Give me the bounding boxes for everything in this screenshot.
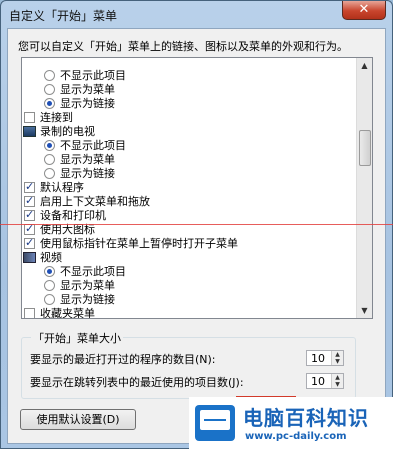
checkbox-option[interactable]: 连接到: [22, 111, 357, 125]
radio-button[interactable]: [44, 154, 55, 165]
option-label: 启用上下文菜单和拖放: [40, 195, 150, 208]
option-label: 显示为菜单: [60, 153, 115, 166]
checkbox-option[interactable]: 使用大图标: [22, 222, 357, 237]
radio-option[interactable]: 显示为菜单: [22, 83, 357, 97]
radio-option[interactable]: 不显示此项目: [22, 69, 357, 83]
radio-option[interactable]: 显示为菜单: [22, 153, 357, 167]
scroll-thumb[interactable]: [359, 130, 371, 166]
radio-option[interactable]: 显示为链接: [22, 97, 357, 111]
vertical-scrollbar[interactable]: ▲ ▼: [356, 58, 372, 318]
radio-button[interactable]: [44, 280, 55, 291]
watermark: 电脑百科知识 www.pc-daily.com: [189, 397, 393, 449]
video-icon: [23, 252, 36, 263]
checkbox[interactable]: [24, 308, 35, 318]
checkbox[interactable]: [24, 222, 35, 236]
option-label: 使用鼠标指针在菜单上暂停时打开子菜单: [40, 237, 238, 250]
recent-items-label: 要显示在跳转列表中的最近使用的项目数(J):: [30, 376, 244, 389]
tv-icon: [23, 126, 36, 137]
close-button[interactable]: ✕: [342, 1, 386, 20]
checkbox-option[interactable]: 收藏夹菜单: [22, 307, 357, 319]
scroll-down-icon[interactable]: ▼: [357, 303, 372, 318]
option-label: 视频: [40, 251, 62, 264]
radio-button[interactable]: [44, 266, 55, 277]
annotation-line: [0, 224, 393, 225]
option-label: 不显示此项目: [60, 69, 126, 82]
option-label: 显示为菜单: [60, 279, 115, 292]
title-bar[interactable]: 自定义「开始」菜单 ✕: [1, 1, 392, 29]
use-defaults-button[interactable]: 使用默认设置(D): [20, 409, 136, 430]
checkbox[interactable]: [24, 112, 35, 123]
stepper-up-icon[interactable]: ▲: [332, 351, 343, 358]
recent-items-stepper[interactable]: 10 ▲ ▼: [306, 373, 344, 389]
list-group-header: 视频: [22, 251, 357, 265]
description-text: 您可以自定义「开始」菜单上的链接、图标以及菜单的外观和行为。: [18, 40, 348, 53]
recent-programs-value[interactable]: 10: [311, 352, 325, 365]
option-label: 不显示此项目: [60, 265, 126, 278]
radio-option[interactable]: 不显示此项目: [22, 265, 357, 279]
option-label: 显示为链接: [60, 167, 115, 180]
radio-option[interactable]: 显示为链接: [22, 167, 357, 181]
options-listbox[interactable]: 不显示此项目 显示为菜单 显示为链接 连接到 录制的电视 不显示此项目 显示为菜单 显示为链接…: [21, 57, 373, 319]
checkbox[interactable]: [24, 180, 35, 194]
radio-option[interactable]: 不显示此项目: [22, 139, 357, 153]
checkbox-option[interactable]: 使用鼠标指针在菜单上暂停时打开子菜单: [22, 236, 357, 251]
menu-size-group-title: 「开始」菜单大小: [31, 330, 123, 346]
option-label: 使用大图标: [40, 223, 95, 236]
radio-button[interactable]: [44, 140, 55, 151]
option-label: 设备和打印机: [40, 209, 106, 222]
radio-button[interactable]: [44, 168, 55, 179]
radio-option[interactable]: 显示为菜单: [22, 279, 357, 293]
stepper-up-icon[interactable]: ▲: [332, 374, 343, 381]
option-label: 不显示此项目: [60, 139, 126, 152]
recent-programs-label: 要显示的最近打开过的程序的数目(N):: [30, 353, 216, 366]
option-label: 显示为菜单: [60, 83, 115, 96]
watermark-url: www.pc-daily.com: [245, 431, 347, 442]
checkbox-option[interactable]: 默认程序: [22, 180, 357, 195]
list-group-header: 录制的电视: [22, 125, 357, 139]
recent-items-value[interactable]: 10: [311, 375, 325, 388]
scroll-up-icon[interactable]: ▲: [357, 58, 372, 73]
options-list: 不显示此项目 显示为菜单 显示为链接 连接到 录制的电视 不显示此项目 显示为菜单 显示为链接…: [22, 69, 357, 319]
option-label: 连接到: [40, 111, 73, 124]
watermark-title: 电脑百科知识: [243, 406, 369, 430]
monitor-icon: [195, 405, 235, 441]
radio-button[interactable]: [44, 98, 55, 109]
checkbox[interactable]: [24, 236, 35, 250]
radio-button[interactable]: [44, 294, 55, 305]
checkbox-option[interactable]: 启用上下文菜单和拖放: [22, 194, 357, 209]
checkbox[interactable]: [24, 194, 35, 208]
radio-button[interactable]: [44, 70, 55, 81]
radio-option[interactable]: 显示为链接: [22, 293, 357, 307]
option-label: 录制的电视: [40, 125, 95, 138]
checkbox[interactable]: [24, 208, 35, 222]
radio-button[interactable]: [44, 84, 55, 95]
recent-programs-stepper[interactable]: 10 ▲ ▼: [306, 350, 344, 366]
checkbox-option[interactable]: 设备和打印机: [22, 208, 357, 223]
option-label: 显示为链接: [60, 97, 115, 110]
stepper-down-icon[interactable]: ▼: [332, 358, 343, 365]
stepper-down-icon[interactable]: ▼: [332, 381, 343, 388]
window-title: 自定义「开始」菜单: [9, 9, 118, 23]
option-label: 显示为链接: [60, 293, 115, 306]
option-label: 收藏夹菜单: [40, 307, 95, 319]
option-label: 默认程序: [40, 181, 84, 194]
